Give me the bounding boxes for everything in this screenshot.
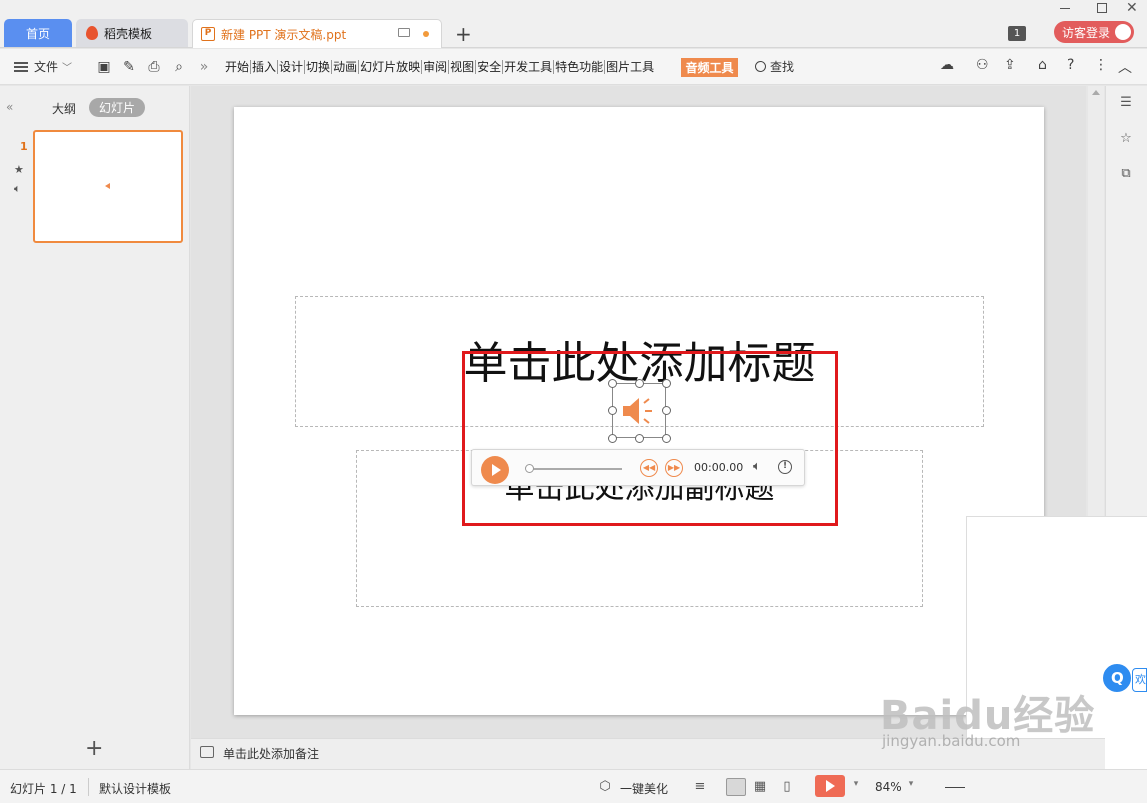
more-chevron-icon[interactable]: » xyxy=(196,59,212,75)
chevron-down-icon: ﹀ xyxy=(62,63,73,74)
minimize-icon[interactable] xyxy=(1060,8,1070,9)
animation-star-icon: ★ xyxy=(14,163,24,176)
maximize-icon[interactable] xyxy=(1097,3,1107,13)
ribbon-tab-features[interactable]: 特色功能 xyxy=(554,60,606,74)
ribbon-tab-transition[interactable]: 切换 xyxy=(305,60,333,74)
ribbon-tab-picture-tools[interactable]: 图片工具 xyxy=(605,60,655,74)
ribbon-tab-insert[interactable]: 插入 xyxy=(251,60,279,74)
ribbon-tab-developer[interactable]: 开发工具 xyxy=(503,60,555,74)
popup-tag[interactable]: 欢 xyxy=(1132,668,1147,692)
hamburger-icon xyxy=(14,61,28,72)
tab-document[interactable]: P 新建 PPT 演示文稿.ppt xyxy=(192,19,442,48)
design-template-label[interactable]: 默认设计模板 xyxy=(99,780,171,797)
ribbon-tab-design[interactable]: 设计 xyxy=(278,60,306,74)
avatar xyxy=(1115,24,1131,40)
more-options-icon[interactable]: ⋮ xyxy=(1094,57,1108,73)
guest-login-label: 访客登录 xyxy=(1062,25,1111,40)
ribbon-tab-audio-tools[interactable]: 音频工具 xyxy=(681,58,738,77)
cloud-sync-icon[interactable]: ☁ xyxy=(940,57,954,73)
ribbon-tab-slideshow[interactable]: 幻灯片放映 xyxy=(359,60,423,74)
share-user-icon[interactable]: ⚇ xyxy=(976,57,989,73)
help-icon[interactable]: ? xyxy=(1067,57,1074,73)
divider xyxy=(88,778,89,796)
ribbon-tabs: 开始 插入 设计 切换 动画 幻灯片放映 审阅 视图 安全 开发工具 特色功能 … xyxy=(224,60,655,74)
collaborate-icon[interactable]: ⌂ xyxy=(1038,57,1047,73)
close-icon[interactable]: ✕ xyxy=(1126,0,1138,16)
audio-speaker-icon: 🔈︎ xyxy=(14,182,21,195)
animation-effect-icon[interactable]: ☆ xyxy=(1118,131,1134,147)
assistant-q-icon[interactable] xyxy=(1101,662,1133,694)
normal-view-button[interactable] xyxy=(726,778,746,796)
watermark-url: jingyan.baidu.com xyxy=(882,732,1021,750)
highlight-annotation xyxy=(462,351,838,526)
ribbon-tab-security[interactable]: 安全 xyxy=(476,60,504,74)
ribbon-tab-animation[interactable]: 动画 xyxy=(332,60,360,74)
add-slide-button[interactable]: + xyxy=(85,736,103,761)
monitor-icon[interactable] xyxy=(398,28,410,37)
slide-count: 幻灯片 1 / 1 xyxy=(10,782,77,796)
tab-template-label: 稻壳模板 xyxy=(104,26,153,41)
find-label: 查找 xyxy=(770,60,795,74)
tab-slides[interactable]: 幻灯片 xyxy=(89,98,145,117)
mini-audio-icon xyxy=(105,183,110,189)
properties-icon[interactable]: ☰ xyxy=(1118,95,1134,111)
zoom-level[interactable]: 84% xyxy=(875,780,902,794)
ppt-file-icon: P xyxy=(201,27,215,41)
print-icon[interactable]: ⎙ xyxy=(146,59,162,75)
tab-daoke-template[interactable]: 稻壳模板 xyxy=(76,19,188,47)
tab-home[interactable]: 首页 xyxy=(4,19,72,47)
find-button[interactable]: 查找 xyxy=(755,58,794,75)
window-count-badge[interactable]: 1 xyxy=(1008,26,1026,41)
search-icon xyxy=(755,61,766,72)
slide-thumbnail[interactable] xyxy=(33,130,183,243)
save-icon[interactable]: ▣ xyxy=(96,59,112,75)
slide-number: 1 xyxy=(20,140,28,153)
scroll-up-icon[interactable] xyxy=(1092,90,1100,95)
ribbon-tab-view[interactable]: 视图 xyxy=(449,60,477,74)
unsaved-dot-icon xyxy=(423,31,429,37)
ribbon-tab-start[interactable]: 开始 xyxy=(224,60,252,74)
zoom-out-icon[interactable] xyxy=(945,787,965,788)
reading-view-icon[interactable]: ▯ xyxy=(779,779,795,795)
new-tab-button[interactable]: + xyxy=(455,22,472,46)
export-icon[interactable]: ⇪ xyxy=(1004,57,1016,73)
tab-document-label: 新建 PPT 演示文稿.ppt xyxy=(221,27,347,42)
status-bar: 幻灯片 1 / 1 默认设计模板 ⬡ 一键美化 ≡ ▦ ▯ ▾ 84% ▾ xyxy=(0,769,1147,803)
baidu-watermark: Baidu经验 jingyan.baidu.com xyxy=(880,683,1095,750)
notes-placeholder: 单击此处添加备注 xyxy=(223,747,320,761)
collapse-panel-icon[interactable]: « xyxy=(6,100,13,114)
tab-outline[interactable]: 大纲 xyxy=(52,100,76,117)
tab-home-label: 首页 xyxy=(25,26,50,41)
file-menu[interactable]: 文件 ﹀ xyxy=(14,58,72,75)
slide-switch-icon[interactable]: ⧉ xyxy=(1118,166,1134,182)
daoke-logo-icon xyxy=(86,26,98,40)
slide[interactable]: 单击此处添加标题 单击此处添加副标题 ◀◀ ▶▶ 00:00.00 🔈︎ ! xyxy=(234,107,1044,715)
guest-login-button[interactable]: 访客登录 xyxy=(1054,21,1134,43)
notes-toggle-icon[interactable]: ≡ xyxy=(692,779,708,795)
slide-panel: « 大纲 幻灯片 1 ★ 🔈︎ + xyxy=(0,86,190,769)
notes-icon xyxy=(200,746,214,758)
title-bar: 首页 稻壳模板 P 新建 PPT 演示文稿.ppt + 1 ✕ 访客登录 xyxy=(0,0,1147,48)
chevron-down-icon[interactable]: ▾ xyxy=(848,779,864,795)
beautify-button[interactable]: 一键美化 xyxy=(620,780,668,797)
file-menu-label: 文件 xyxy=(34,60,59,74)
ribbon-tab-review[interactable]: 审阅 xyxy=(422,60,450,74)
print-preview-icon[interactable]: ⌕ xyxy=(171,59,187,75)
collapse-ribbon-icon[interactable]: ︿ xyxy=(1118,57,1132,77)
slideshow-play-button[interactable] xyxy=(815,775,845,797)
slide-sorter-icon[interactable]: ▦ xyxy=(752,779,768,795)
chevron-down-icon[interactable]: ▾ xyxy=(903,779,919,795)
format-painter-icon[interactable]: ✎ xyxy=(121,59,137,75)
beautify-icon[interactable]: ⬡ xyxy=(597,779,613,795)
